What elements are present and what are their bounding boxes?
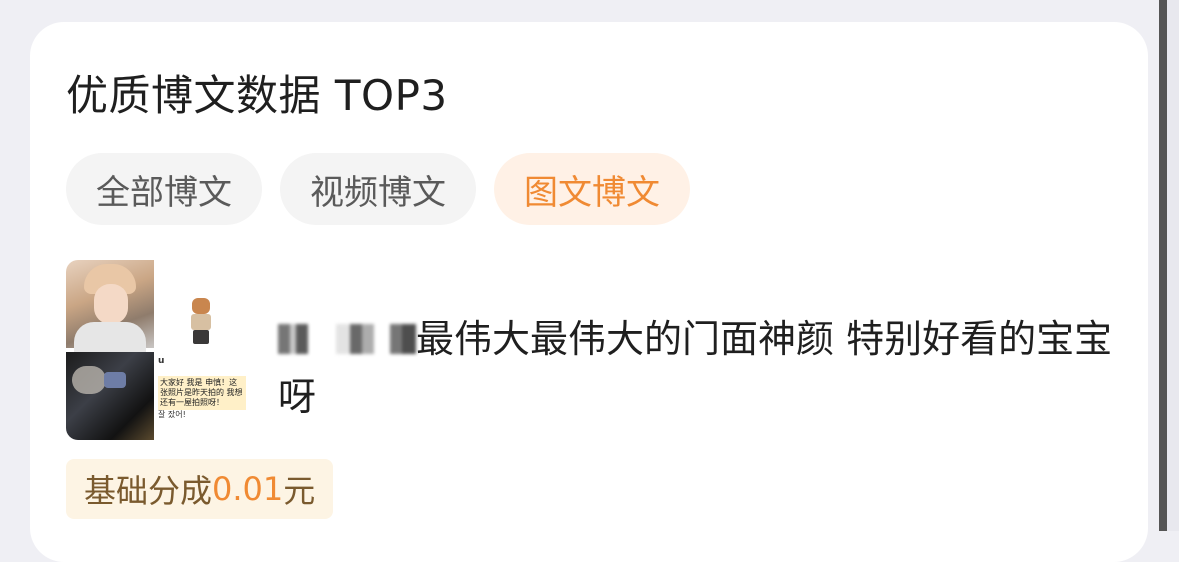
post-type-tabs: 全部博文 视频博文 图文博文 (66, 153, 690, 225)
tab-video-posts[interactable]: 视频博文 (280, 153, 476, 225)
earnings-badge: 基础分成 0.01 元 (66, 459, 334, 519)
dark-photo (66, 352, 154, 440)
tab-image-text-posts[interactable]: 图文博文 (494, 153, 690, 225)
post-item[interactable]: u 大家好 我是 申慎！这张照片是昨天拍的 我想 还有一屋拍照呀！ 잘 잤어! … (66, 260, 1126, 442)
thumbnail-username: u (158, 356, 165, 366)
blurred-text (278, 324, 416, 354)
section-title: 优质博文数据 TOP3 (66, 71, 448, 120)
pixel-character-sticker (186, 294, 216, 348)
earnings-unit: 元 (283, 472, 316, 510)
thumbnail-reaction: 잘 잤어! (158, 410, 186, 419)
window-edge (1167, 0, 1179, 531)
top-posts-card: 优质博文数据 TOP3 全部博文 视频博文 图文博文 u 大家好 我是 申慎！这… (30, 22, 1148, 562)
earnings-value: 0.01 (212, 470, 284, 508)
selfie-photo (66, 260, 154, 352)
post-text[interactable]: 最伟大最伟大的门面神颜 特别好看的宝宝呀 (278, 310, 1118, 426)
thumbnail-post-snippet: u 大家好 我是 申慎！这张照片是昨天拍的 我想 还有一屋拍照呀！ 잘 잤어! (158, 356, 246, 440)
scrollbar[interactable] (1159, 0, 1167, 531)
thumbnail-snippet-text: 大家好 我是 申慎！这张照片是昨天拍的 我想 还有一屋拍照呀！ (158, 376, 246, 410)
post-thumbnail[interactable]: u 大家好 我是 申慎！这张照片是昨天拍的 我想 还有一屋拍照呀！ 잘 잤어! (66, 260, 246, 440)
earnings-label: 基础分成 (84, 472, 213, 510)
tab-all-posts[interactable]: 全部博文 (66, 153, 262, 225)
